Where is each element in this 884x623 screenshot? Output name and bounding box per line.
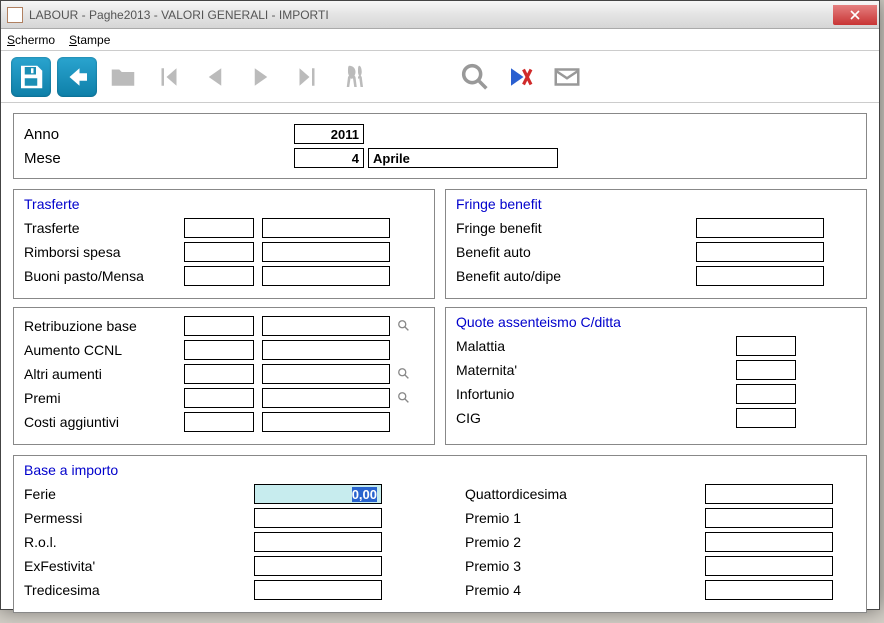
base-left-label: R.o.l. xyxy=(24,534,254,550)
base-left-label: Permessi xyxy=(24,510,254,526)
base-right-value[interactable] xyxy=(705,484,833,504)
base-left-label: Ferie xyxy=(24,486,254,502)
retrib-value1[interactable] xyxy=(184,412,254,432)
zoom-button[interactable] xyxy=(455,57,495,97)
first-button[interactable] xyxy=(149,57,189,97)
retrib-label: Premi xyxy=(24,390,184,406)
anno-label: Anno xyxy=(24,126,254,143)
base-right-label: Premio 2 xyxy=(465,534,705,550)
fringe-value[interactable] xyxy=(696,242,824,262)
base-right-value[interactable] xyxy=(705,532,833,552)
trasferte-value2[interactable] xyxy=(262,218,390,238)
lookup-icon[interactable] xyxy=(396,318,412,334)
fringe-label: Benefit auto xyxy=(456,244,696,260)
base-title: Base a importo xyxy=(24,462,856,478)
mese-label: Mese xyxy=(24,150,254,167)
header-panel: Anno Mese xyxy=(13,113,867,179)
base-right-value[interactable] xyxy=(705,556,833,576)
trasferte-title: Trasferte xyxy=(24,196,424,212)
quote-value[interactable] xyxy=(736,408,796,428)
quote-label: Maternita' xyxy=(456,362,736,378)
trasferte-label: Buoni pasto/Mensa xyxy=(24,268,184,284)
menubar: Schermo Stampe xyxy=(1,29,879,51)
retrib-value1[interactable] xyxy=(184,340,254,360)
base-left-label: Tredicesima xyxy=(24,582,254,598)
content-area: Anno Mese Trasferte Trasferte xyxy=(1,103,879,623)
back-button[interactable] xyxy=(57,57,97,97)
retrib-value2[interactable] xyxy=(262,388,390,408)
titlebar: LABOUR - Paghe2013 - VALORI GENERALI - I… xyxy=(1,1,879,29)
menu-stampe[interactable]: Stampe xyxy=(69,33,110,47)
quote-value[interactable] xyxy=(736,360,796,380)
retrib-value2[interactable] xyxy=(262,364,390,384)
base-right-value[interactable] xyxy=(705,580,833,600)
base-right-label: Quattordicesima xyxy=(465,486,705,502)
save-button[interactable] xyxy=(11,57,51,97)
base-right-label: Premio 1 xyxy=(465,510,705,526)
folder-button[interactable] xyxy=(103,57,143,97)
trasferte-value1[interactable] xyxy=(184,242,254,262)
last-button[interactable] xyxy=(287,57,327,97)
lookup-icon[interactable] xyxy=(396,390,412,406)
retrib-label: Retribuzione base xyxy=(24,318,184,334)
quote-value[interactable] xyxy=(736,384,796,404)
retrib-value2[interactable] xyxy=(262,340,390,360)
close-button[interactable] xyxy=(833,5,877,25)
lookup-icon[interactable] xyxy=(396,366,412,382)
stop-play-button[interactable] xyxy=(501,57,541,97)
trasferte-label: Rimborsi spesa xyxy=(24,244,184,260)
base-left-value[interactable] xyxy=(254,556,382,576)
app-icon xyxy=(7,7,23,23)
trasferte-label: Trasferte xyxy=(24,220,184,236)
mese-name-input[interactable] xyxy=(368,148,558,168)
anno-input[interactable] xyxy=(294,124,364,144)
quote-label: Malattia xyxy=(456,338,736,354)
fringe-label: Benefit auto/dipe xyxy=(456,268,696,284)
retrib-panel: Retribuzione base Aumento CCNL xyxy=(13,307,435,445)
window-title: LABOUR - Paghe2013 - VALORI GENERALI - I… xyxy=(29,8,833,22)
prev-button[interactable] xyxy=(195,57,235,97)
trasferte-value1[interactable] xyxy=(184,266,254,286)
retrib-value1[interactable] xyxy=(184,364,254,384)
next-button[interactable] xyxy=(241,57,281,97)
fringe-title: Fringe benefit xyxy=(456,196,856,212)
retrib-value2[interactable] xyxy=(262,316,390,336)
quote-label: Infortunio xyxy=(456,386,736,402)
base-right-label: Premio 3 xyxy=(465,558,705,574)
fringe-panel: Fringe benefit Fringe benefit Benefit au… xyxy=(445,189,867,299)
quote-value[interactable] xyxy=(736,336,796,356)
base-left-value[interactable] xyxy=(254,484,382,504)
fringe-value[interactable] xyxy=(696,266,824,286)
fringe-value[interactable] xyxy=(696,218,824,238)
retrib-label: Costi aggiuntivi xyxy=(24,414,184,430)
base-panel: Base a importo Ferie Permessi R.o.l. xyxy=(13,455,867,613)
base-right-label: Premio 4 xyxy=(465,582,705,598)
base-left-value[interactable] xyxy=(254,580,382,600)
retrib-label: Altri aumenti xyxy=(24,366,184,382)
trasferte-panel: Trasferte Trasferte Rimborsi spesa xyxy=(13,189,435,299)
menu-schermo[interactable]: Schermo xyxy=(7,33,55,47)
quote-title: Quote assenteismo C/ditta xyxy=(456,314,856,330)
fringe-label: Fringe benefit xyxy=(456,220,696,236)
retrib-label: Aumento CCNL xyxy=(24,342,184,358)
base-left-label: ExFestivita' xyxy=(24,558,254,574)
trasferte-value1[interactable] xyxy=(184,218,254,238)
trasferte-value2[interactable] xyxy=(262,266,390,286)
base-left-value[interactable] xyxy=(254,532,382,552)
find-button[interactable] xyxy=(333,57,373,97)
mail-button[interactable] xyxy=(547,57,587,97)
base-left-value[interactable] xyxy=(254,508,382,528)
retrib-value1[interactable] xyxy=(184,316,254,336)
mese-input[interactable] xyxy=(294,148,364,168)
quote-panel: Quote assenteismo C/ditta Malattia Mater… xyxy=(445,307,867,445)
trasferte-value2[interactable] xyxy=(262,242,390,262)
toolbar xyxy=(1,51,879,103)
quote-label: CIG xyxy=(456,410,736,426)
app-window: LABOUR - Paghe2013 - VALORI GENERALI - I… xyxy=(0,0,880,610)
retrib-value1[interactable] xyxy=(184,388,254,408)
base-right-value[interactable] xyxy=(705,508,833,528)
retrib-value2[interactable] xyxy=(262,412,390,432)
